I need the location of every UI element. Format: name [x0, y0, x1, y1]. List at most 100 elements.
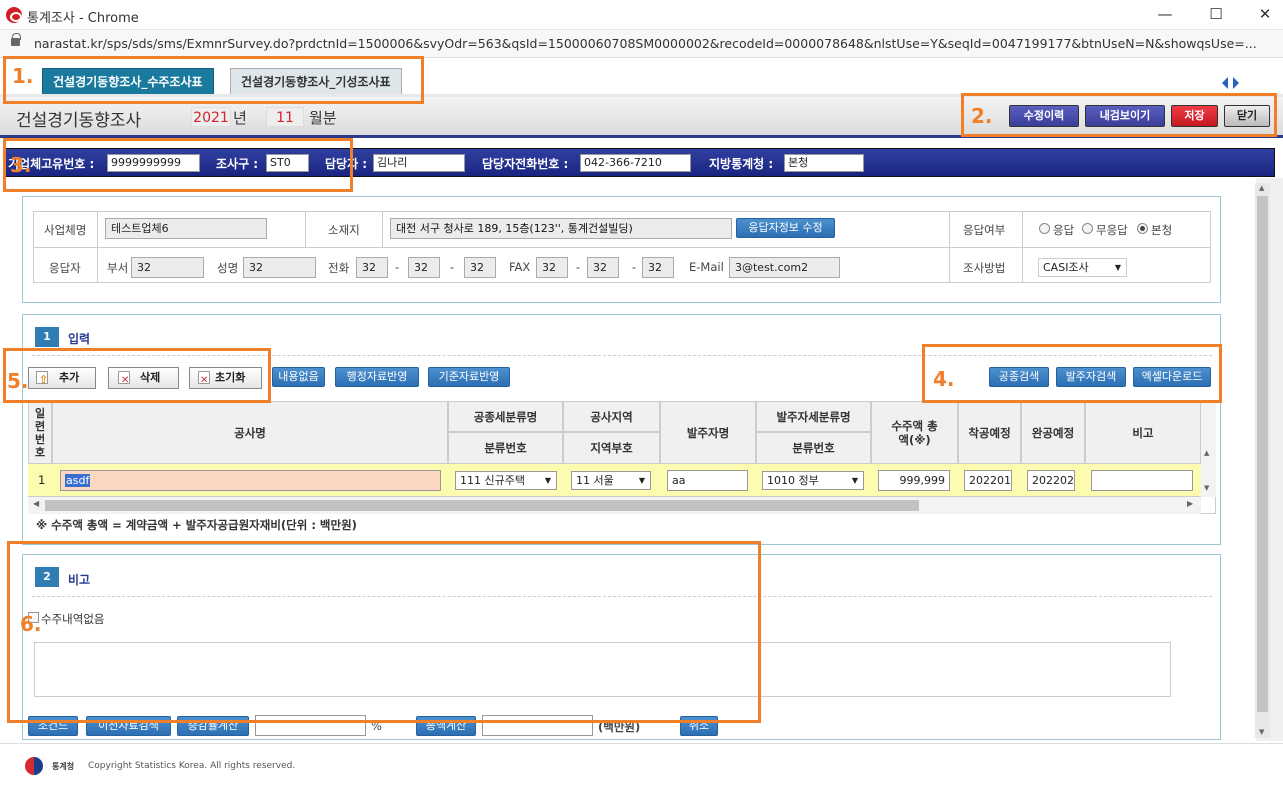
- response-radio-label: 응답: [1053, 223, 1075, 237]
- col-header-client: 발주자명: [660, 401, 756, 464]
- year-field: 2021: [191, 107, 231, 127]
- col-header-type-code: 분류번호: [448, 432, 563, 464]
- copyright-text: Copyright Statistics Korea. All rights r…: [88, 761, 296, 771]
- scroll-down-icon[interactable]: ▼: [1204, 484, 1209, 492]
- phone-field-2[interactable]: 32: [408, 257, 440, 278]
- annotation-box-6: [7, 541, 761, 723]
- next-arrow-icon[interactable]: [1233, 77, 1239, 89]
- email-field[interactable]: 3@test.com2: [729, 257, 840, 278]
- col-header-name: 공사명: [52, 401, 448, 464]
- section-title: 입력: [68, 332, 91, 346]
- annotation-box-1: [3, 56, 424, 104]
- annotation-box-3: [3, 138, 353, 192]
- annotation-label-4: 4.: [933, 367, 955, 391]
- phone-dash: -: [395, 260, 400, 274]
- area-select[interactable]: 11 서울: [571, 471, 651, 490]
- fax-field-3[interactable]: 32: [642, 257, 674, 278]
- region-office-field: 본청: [784, 154, 864, 172]
- hq-radio[interactable]: [1137, 223, 1148, 234]
- maximize-icon[interactable]: ☐: [1201, 2, 1231, 26]
- client-input[interactable]: aa: [667, 470, 748, 491]
- cell-divider: [97, 247, 98, 283]
- annotation-label-5: 5.: [7, 369, 29, 393]
- section-number: 1: [35, 327, 59, 347]
- page-footer: [0, 743, 1283, 801]
- prev-arrow-icon[interactable]: [1222, 77, 1228, 89]
- no-response-radio-label: 무응답: [1096, 223, 1128, 237]
- lock-icon: [11, 33, 21, 46]
- amount-footnote: ※ 수주액 총액 = 계약금액 + 발주자공급원자재비(단위 : 백만원): [36, 518, 357, 532]
- address-label: 소재지: [328, 223, 360, 237]
- email-label: E-Mail: [689, 260, 724, 274]
- phone-label: 전화: [328, 261, 350, 275]
- name-field[interactable]: 32: [243, 257, 316, 278]
- window-title: 통계조사 - Chrome: [27, 11, 139, 26]
- name-label: 성명: [217, 261, 239, 275]
- month-unit: 월분: [309, 109, 337, 127]
- annotation-box-5: [3, 348, 271, 403]
- statistics-korea-logo-icon: [25, 757, 43, 775]
- project-name-text: asdf: [65, 474, 91, 487]
- close-window-icon[interactable]: ✕: [1250, 2, 1280, 26]
- no-content-button[interactable]: 내용없음: [272, 367, 325, 387]
- manager-phone-field: 042-366-7210: [580, 154, 691, 172]
- start-input[interactable]: 202201: [964, 470, 1012, 491]
- phone-dash: -: [450, 260, 455, 274]
- address-field: 대전 서구 청사로 189, 15층(123'', 통계건설빌딩): [390, 218, 732, 239]
- scroll-left-icon[interactable]: ◀: [33, 499, 39, 508]
- cell-divider: [97, 211, 98, 247]
- row-divider: [33, 247, 1211, 248]
- region-office-label: 지방통계청 :: [709, 157, 774, 171]
- phone-field-3[interactable]: 32: [464, 257, 496, 278]
- scroll-up-icon[interactable]: ▲: [1204, 449, 1209, 457]
- url-text[interactable]: narastat.kr/sps/sds/sms/ExmnrSurvey.do?p…: [34, 36, 1279, 51]
- end-input[interactable]: 202202: [1027, 470, 1075, 491]
- respondent-label: 응답자: [49, 261, 81, 275]
- hscroll-thumb[interactable]: [45, 500, 919, 511]
- app-logo-icon: [6, 7, 22, 23]
- row-seq: 1: [38, 473, 46, 487]
- response-radio[interactable]: [1039, 223, 1050, 234]
- dept-label: 부서: [107, 261, 129, 275]
- client-type-select[interactable]: 1010 정부: [762, 471, 864, 490]
- annotation-label-6: 6.: [20, 612, 42, 636]
- fax-field-2[interactable]: 32: [587, 257, 619, 278]
- project-name-input[interactable]: asdf: [60, 470, 441, 491]
- no-response-radio[interactable]: [1082, 223, 1093, 234]
- month-field: 11: [266, 107, 304, 127]
- cell-divider: [305, 211, 306, 247]
- fax-field-1[interactable]: 32: [536, 257, 568, 278]
- cell-divider: [382, 211, 383, 247]
- fax-dash: -: [576, 260, 581, 274]
- survey-method-label: 조사방법: [963, 261, 1006, 275]
- col-header-amount: 수주액 총액(※): [871, 401, 958, 464]
- page-scroll-up-icon[interactable]: ▲: [1259, 184, 1264, 192]
- annotation-box-2: [961, 93, 1277, 137]
- col-header-type: 공종세분류명: [448, 401, 563, 432]
- page-scroll-thumb[interactable]: [1257, 196, 1268, 712]
- phone-field-1[interactable]: 32: [356, 257, 388, 278]
- col-header-client-type: 발주자세분류명: [756, 401, 871, 432]
- fax-label: FAX: [509, 260, 531, 274]
- col-header-note: 비고: [1085, 401, 1201, 464]
- dept-field[interactable]: 32: [131, 257, 204, 278]
- scroll-right-icon[interactable]: ▶: [1187, 499, 1193, 508]
- page-scroll-down-icon[interactable]: ▼: [1259, 728, 1264, 736]
- edit-respondent-button[interactable]: 응답자정보 수정: [736, 218, 835, 238]
- admin-data-button[interactable]: 행정자료반영: [335, 367, 419, 387]
- hq-radio-label: 본청: [1151, 223, 1173, 237]
- amount-input[interactable]: 999,999: [878, 470, 950, 491]
- manager-field: 김나리: [373, 154, 465, 172]
- survey-method-select[interactable]: CASI조사: [1038, 258, 1127, 277]
- manager-phone-label: 담당자전화번호 :: [482, 157, 569, 171]
- col-header-area: 공사지역: [563, 401, 660, 432]
- note-input[interactable]: [1091, 470, 1193, 491]
- col-header-seq: 일련번호: [28, 401, 52, 464]
- minimize-icon[interactable]: —: [1150, 2, 1180, 26]
- work-type-select[interactable]: 111 신규주택: [455, 471, 557, 490]
- base-data-button[interactable]: 기준자료반영: [428, 367, 510, 387]
- annotation-label-1: 1.: [12, 64, 34, 88]
- annotation-label-2: 2.: [971, 104, 993, 128]
- col-header-area-code: 지역부호: [563, 432, 660, 464]
- col-header-end: 완공예정: [1021, 401, 1085, 464]
